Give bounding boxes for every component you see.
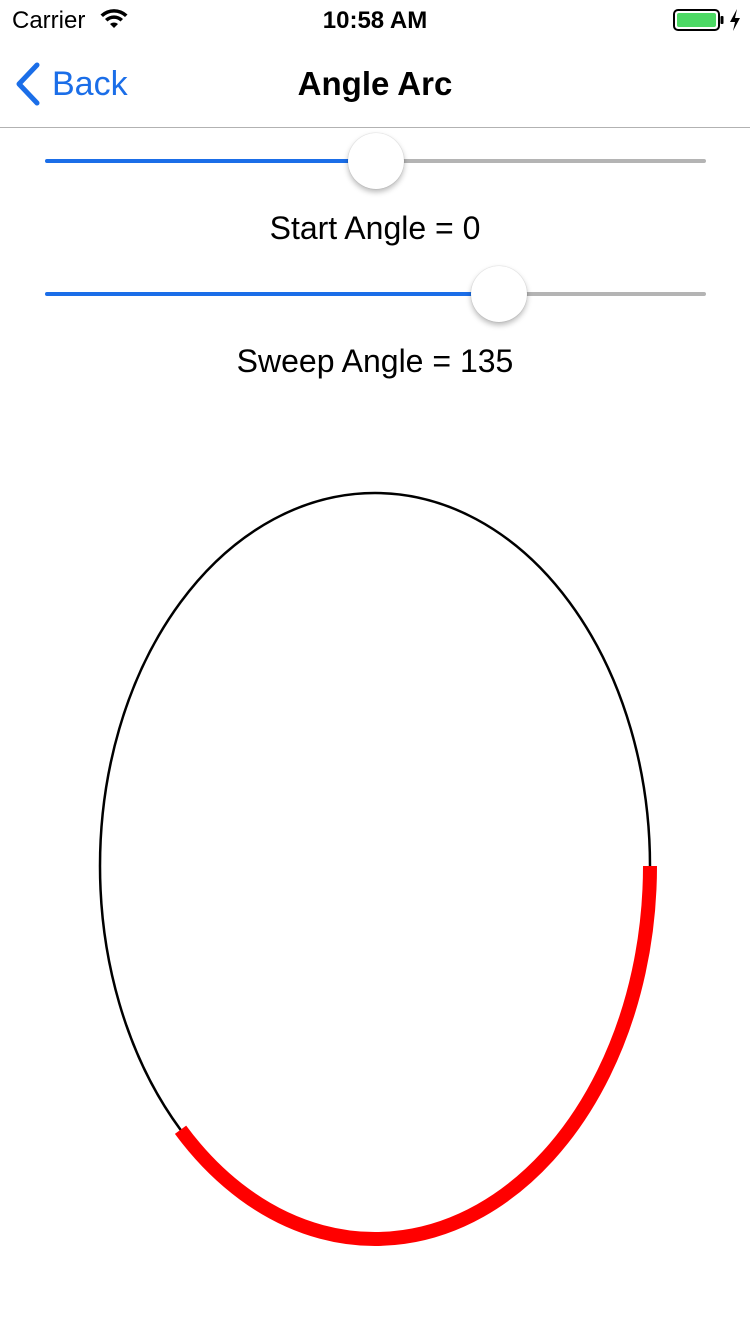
- sweep-angle-label: Sweep Angle = 135: [236, 343, 514, 379]
- slider-track-filled: [45, 292, 500, 296]
- page-title: Angle Arc: [297, 65, 453, 102]
- charging-bolt-icon: [730, 9, 740, 31]
- slider-track-empty: [375, 159, 706, 163]
- slider-thumb[interactable]: [471, 266, 528, 322]
- angle-arc-canvas: [98, 491, 657, 1246]
- navigation-bar: Back Angle Arc: [0, 40, 750, 128]
- slider-track-filled: [45, 159, 376, 163]
- clock: 10:58 AM: [322, 7, 428, 34]
- start-angle-label: Start Angle = 0: [269, 210, 481, 246]
- slider-track-empty: [499, 292, 706, 296]
- battery-charging-icon: [673, 9, 724, 31]
- sweep-arc: [174, 865, 657, 1246]
- status-bar: Carrier 10:58 AM: [0, 0, 750, 40]
- slider-thumb[interactable]: [347, 133, 404, 189]
- start-angle-slider[interactable]: [45, 131, 706, 191]
- sweep-angle-slider[interactable]: [45, 264, 706, 324]
